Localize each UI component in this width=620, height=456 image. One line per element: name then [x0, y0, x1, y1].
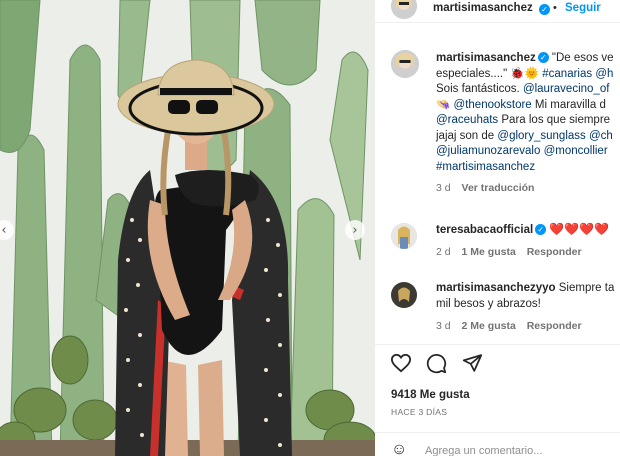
chevron-right-icon[interactable]: › [345, 220, 365, 240]
caption-time[interactable]: 3 d [436, 182, 451, 194]
separator-dot: • [553, 2, 557, 14]
comment-likes[interactable]: 2 Me gusta [462, 320, 516, 332]
mention-link[interactable]: @glory_sunglass [497, 130, 585, 142]
comment-item: martisimasanchezyyo Siempre ta mil besos… [436, 281, 614, 335]
caption-text: Mi maravilla d [534, 98, 606, 111]
comment-text: mil besos y abrazos! [436, 297, 541, 310]
caption-text: "De esos ve [551, 52, 614, 64]
mention-link[interactable]: @lauravecino_of [523, 83, 609, 95]
caption-text: Para los que siempre [501, 114, 611, 126]
reply-button[interactable]: Responder [527, 246, 582, 258]
comment-icon[interactable] [426, 353, 447, 374]
caption-avatar[interactable] [391, 50, 419, 78]
post-side-panel: martisimasanchez ✓ • Seguir martisimasan… [375, 0, 620, 456]
mention-link[interactable]: @raceuhats [436, 114, 498, 126]
comment-avatar[interactable] [391, 282, 417, 308]
comment-time[interactable]: 2 d [436, 246, 451, 258]
verified-badge-icon: ✓ [539, 4, 550, 15]
add-comment-input[interactable]: Agrega un comentario... [425, 445, 542, 456]
photo-illustration [0, 0, 375, 456]
mention-link[interactable]: @thenookstore [454, 99, 532, 111]
caption-text: jajaj son de [436, 129, 495, 142]
comment-username[interactable]: teresabacaofficial [436, 224, 533, 236]
caption-text: especiales...." [436, 67, 508, 80]
heart-icon[interactable] [390, 353, 412, 373]
caption-username[interactable]: martisimasanchez [436, 52, 536, 64]
verified-badge-icon: ✓ [535, 224, 547, 235]
follow-button[interactable]: Seguir [565, 2, 601, 14]
emoji-icon[interactable]: ☺ [391, 441, 407, 456]
mention-link[interactable]: @ch [589, 130, 613, 142]
divider [375, 344, 620, 345]
reply-button[interactable]: Responder [527, 320, 582, 332]
comment-avatar[interactable] [391, 223, 417, 249]
hat-emoji: 👒 [436, 98, 451, 111]
mention-link[interactable]: @juliamunozarevalo [436, 145, 540, 157]
verified-badge-icon: ✓ [537, 52, 549, 63]
comment-text: Siempre ta [558, 282, 615, 294]
hashtag-link[interactable]: #canarias [542, 68, 592, 80]
comment-likes[interactable]: 1 Me gusta [462, 246, 516, 258]
post-header: martisimasanchez ✓ • Seguir [375, 0, 620, 23]
comment-text: ❤️❤️❤️❤️ [549, 222, 610, 236]
beetle-emoji: 🐞 [510, 67, 525, 80]
sun-emoji: 🌞 [524, 67, 540, 80]
add-comment-bar: ☺ Agrega un comentario... [375, 432, 620, 456]
post-caption: martisimasanchez ✓ "De esos ve especiales… [436, 51, 614, 197]
share-icon[interactable] [462, 353, 483, 373]
hashtag-link[interactable]: #martisimasanchez [436, 161, 535, 173]
mention-link[interactable]: @moncollier [544, 145, 608, 157]
author-username[interactable]: martisimasanchez [433, 2, 533, 14]
mention-link[interactable]: @h [595, 68, 613, 80]
translate-button[interactable]: Ver traducción [462, 182, 535, 194]
likes-count[interactable]: 9418 Me gusta [391, 389, 470, 401]
post-date: HACE 3 DÍAS [391, 407, 448, 417]
author-avatar[interactable] [391, 0, 417, 19]
caption-text: Sois fantásticos. [436, 83, 520, 95]
comment-username[interactable]: martisimasanchezyyo [436, 282, 556, 294]
comment-item: teresabacaofficial ✓ ❤️❤️❤️❤️ 2 d 1 Me gu… [436, 222, 609, 260]
post-photo[interactable]: ‹ › [0, 0, 375, 456]
comment-time[interactable]: 3 d [436, 320, 451, 332]
